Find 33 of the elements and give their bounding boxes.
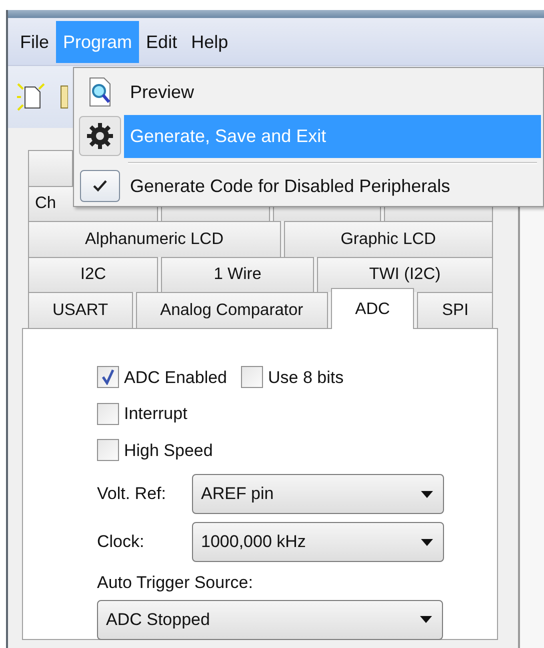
gear-icon [86, 122, 114, 150]
menu-item[interactable]: File [13, 20, 56, 62]
checkbox[interactable] [241, 366, 264, 388]
checkbox-label: Interrupt [124, 403, 188, 425]
checkbox-label: High Speed [124, 440, 213, 462]
tab[interactable]: SPI [417, 292, 494, 328]
field-label: Volt. Ref: [97, 483, 167, 506]
dropdown-arrow-icon [421, 490, 433, 498]
tab[interactable] [28, 150, 73, 186]
tab[interactable]: Graphic LCD [284, 221, 494, 256]
field-label: Clock: [97, 531, 146, 554]
tab[interactable]: USART [28, 292, 133, 328]
tab[interactable]: I2C [28, 256, 158, 292]
tab[interactable]: Alphanumeric LCD [28, 221, 281, 256]
checkbox[interactable] [97, 366, 119, 388]
tab[interactable]: 1 Wire [161, 256, 314, 292]
dropdown-arrow-icon [421, 538, 433, 546]
field-label: Auto Trigger Source: [97, 572, 253, 594]
dropdown-field[interactable]: 1000,000 kHz [192, 522, 444, 562]
tab[interactable]: TWI (I2C) [316, 256, 494, 292]
menu-item[interactable]: Preview [124, 70, 541, 114]
checkbox-label: Use 8 bits [268, 366, 344, 388]
tab[interactable]: Analog Comparator [136, 292, 328, 328]
checkbox-label: ADC Enabled [124, 366, 228, 388]
menu-item[interactable]: Help [184, 20, 236, 62]
menu-item[interactable]: Generate Code for Disabled Peripherals [124, 164, 541, 208]
dropdown-field[interactable]: ADC Stopped [97, 600, 443, 640]
menu-item[interactable]: Edit [139, 20, 184, 62]
checkbox[interactable] [97, 402, 119, 425]
tab[interactable]: ADC [330, 288, 414, 328]
dropdown-field[interactable]: AREF pin [192, 474, 444, 514]
dropdown-arrow-icon [420, 616, 432, 623]
checkbox[interactable] [97, 439, 119, 462]
